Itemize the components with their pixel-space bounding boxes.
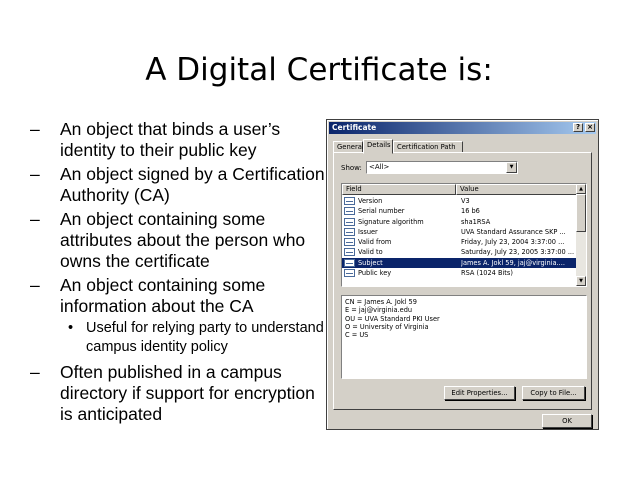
detail-line: C = US xyxy=(345,331,369,340)
certificate-field-icon xyxy=(344,258,355,267)
scroll-thumb[interactable] xyxy=(576,194,586,232)
certificate-dialog: Certificate ? × General Details Certific… xyxy=(326,119,599,430)
field-name: Version xyxy=(358,197,383,205)
dialog-title-bar[interactable]: Certificate ? × xyxy=(329,122,596,134)
sub-bullet-item: • Useful for relying party to understand… xyxy=(30,319,330,357)
dash-marker: – xyxy=(30,275,40,295)
list-row[interactable]: Serial number 16 b6 xyxy=(342,206,577,216)
list-row[interactable]: Valid from Friday, July 23, 2004 3:37:00… xyxy=(342,237,577,247)
slide-title: A Digital Certificate is: xyxy=(145,52,493,88)
certificate-field-icon xyxy=(344,217,355,226)
bullet-item: – An object containing some information … xyxy=(30,275,330,317)
list-rows: Version V3 Serial number 16 b6 Signature… xyxy=(342,196,577,278)
bullet-item: – An object signed by a Certification Au… xyxy=(30,164,330,206)
field-value: RSA (1024 Bits) xyxy=(461,269,513,278)
column-header-field[interactable]: Field xyxy=(342,184,456,195)
bullet-item: – Often published in a campus directory … xyxy=(30,362,330,425)
field-value: James A. Jokl 59, jaj@virginia.... xyxy=(461,258,565,267)
edit-properties-button[interactable]: Edit Properties... xyxy=(444,386,515,400)
field-value: UVA Standard Assurance SKP ... xyxy=(461,227,566,236)
certificate-field-icon xyxy=(344,248,355,257)
list-row[interactable]: Issuer UVA Standard Assurance SKP ... xyxy=(342,227,577,237)
sub-bullet-text: Useful for relying party to understand c… xyxy=(86,320,324,355)
list-row[interactable]: Valid to Saturday, July 23, 2005 3:37:00… xyxy=(342,247,577,257)
ok-button[interactable]: OK xyxy=(542,414,592,428)
field-name: Valid from xyxy=(358,238,392,247)
tab-details[interactable]: Details xyxy=(363,139,393,154)
triangle-down-icon[interactable]: ▼ xyxy=(506,162,517,173)
bullet-list: – An object that binds a user’s identity… xyxy=(30,119,330,428)
details-panel: Show: <All> ▼ Field Value Version V3 Ser… xyxy=(333,152,592,410)
list-row-selected[interactable]: Subject James A. Jokl 59, jaj@virginia..… xyxy=(342,257,577,269)
scroll-down-icon[interactable]: ▼ xyxy=(576,276,586,286)
field-name: Public key xyxy=(358,269,392,278)
dot-marker: • xyxy=(68,320,74,336)
field-name: Issuer xyxy=(358,227,378,236)
list-row[interactable]: Version V3 xyxy=(342,196,577,206)
dash-marker: – xyxy=(30,119,40,139)
show-label: Show: xyxy=(341,164,362,172)
bullet-item: – An object containing some attributes a… xyxy=(30,209,330,272)
field-name: Valid to xyxy=(358,248,383,257)
field-name: Serial number xyxy=(358,207,405,216)
field-name: Signature algorithm xyxy=(358,217,424,226)
scroll-up-icon[interactable]: ▲ xyxy=(576,184,586,194)
bullet-text: An object signed by a Certification Auth… xyxy=(60,164,325,205)
field-value: Friday, July 23, 2004 3:37:00 ... xyxy=(461,238,565,247)
detail-line: E = jaj@virginia.edu xyxy=(345,306,413,315)
detail-line: O = University of Virginia xyxy=(345,322,429,331)
dash-marker: – xyxy=(30,362,40,382)
show-dropdown[interactable]: <All> ▼ xyxy=(366,161,518,174)
certificate-field-icon xyxy=(344,227,355,236)
dash-marker: – xyxy=(30,164,40,184)
show-dropdown-value: <All> xyxy=(369,163,390,171)
field-value: V3 xyxy=(461,197,470,205)
bullet-item: – An object that binds a user’s identity… xyxy=(30,119,330,161)
certificate-field-icon xyxy=(344,197,355,205)
dialog-title: Certificate xyxy=(332,123,377,132)
field-value: sha1RSA xyxy=(461,217,491,226)
vertical-scrollbar[interactable]: ▲ ▼ xyxy=(576,184,586,286)
field-detail-box[interactable]: CN = James A. Jokl 59 E = jaj@virginia.e… xyxy=(341,295,587,379)
bullet-text: An object that binds a user’s identity t… xyxy=(60,119,281,160)
list-row[interactable]: Signature algorithm sha1RSA xyxy=(342,217,577,227)
certificate-field-icon xyxy=(344,238,355,247)
list-header: Field Value xyxy=(342,184,577,195)
detail-line: OU = UVA Standard PKI User xyxy=(345,314,440,323)
copy-to-file-button[interactable]: Copy to File... xyxy=(522,386,585,400)
bullet-text: An object containing some attributes abo… xyxy=(60,209,306,271)
field-value: 16 b6 xyxy=(461,207,480,216)
fields-list[interactable]: Field Value Version V3 Serial number 16 … xyxy=(341,183,587,287)
help-button[interactable]: ? xyxy=(573,123,583,132)
field-name: Subject xyxy=(358,258,383,267)
column-header-value[interactable]: Value xyxy=(456,184,577,195)
detail-line: CN = James A. Jokl 59 xyxy=(345,298,417,306)
certificate-field-icon xyxy=(344,269,355,278)
field-value: Saturday, July 23, 2005 3:37:00 ... xyxy=(461,248,575,257)
certificate-field-icon xyxy=(344,207,355,216)
list-row[interactable]: Public key RSA (1024 Bits) xyxy=(342,268,577,278)
bullet-text: An object containing some information ab… xyxy=(60,275,266,316)
bullet-text: Often published in a campus directory if… xyxy=(60,362,315,424)
dash-marker: – xyxy=(30,209,40,229)
close-button[interactable]: × xyxy=(585,123,595,132)
